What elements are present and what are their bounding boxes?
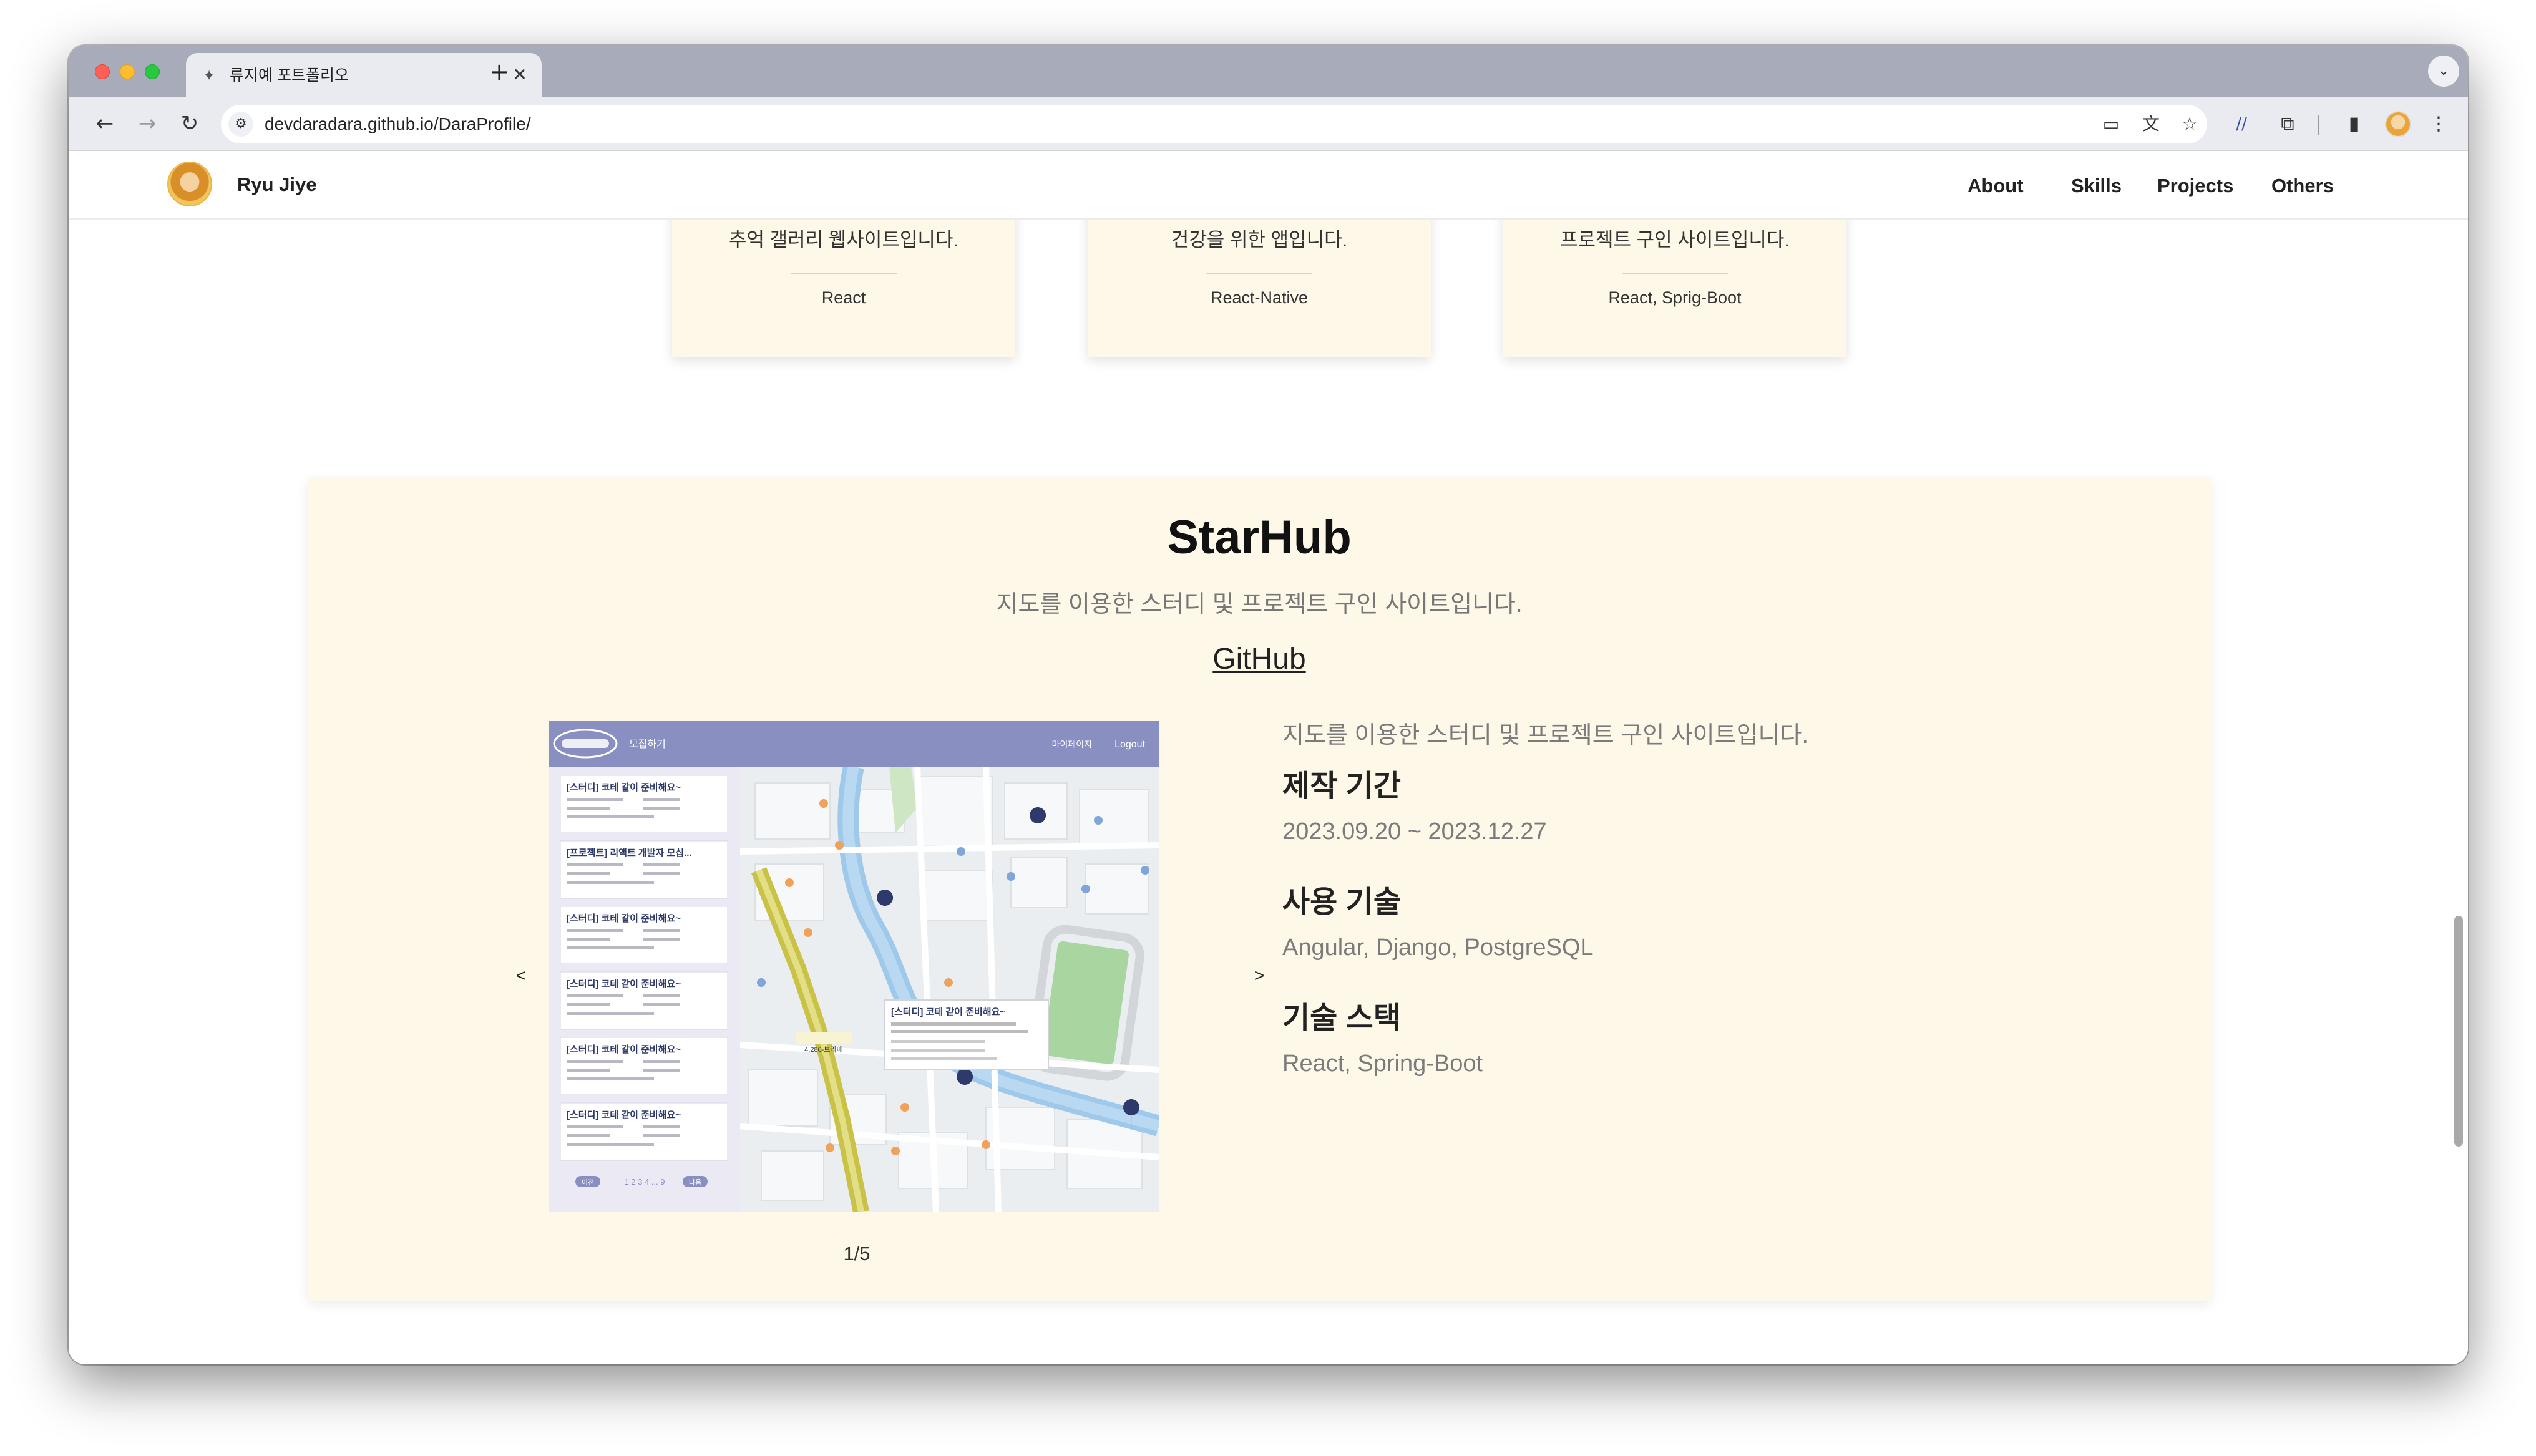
nav-skills[interactable]: Skills	[2071, 173, 2122, 198]
svg-text:4.280-보라매: 4.280-보라매	[804, 1046, 843, 1054]
list-item-title: [프로젝트] 리액트 개발자 모십...	[567, 847, 692, 858]
project-detail-panel: StarHub 지도를 이용한 스터디 및 프로젝트 구인 사이트입니다. Gi…	[308, 477, 2211, 1301]
nav-projects[interactable]: Projects	[2157, 173, 2233, 198]
tab-favicon-icon: ✦	[202, 67, 216, 84]
starhub-screenshot-image: 4.280-보라매 [스터디] 코테 같이 준비해요~ [스터디] 코테 같이 …	[549, 721, 1159, 1212]
card-tech: React-Native	[1210, 288, 1309, 307]
list-item-title: [스터디] 코테 같이 준비해요~	[567, 1044, 681, 1055]
reload-button[interactable]: ↻	[176, 110, 203, 137]
close-window-button[interactable]	[95, 64, 110, 79]
card-tech: React	[821, 288, 866, 307]
site-name[interactable]: Ryu Jiye	[237, 172, 317, 197]
tab-close-icon[interactable]: ✕	[509, 64, 530, 85]
stack-value: React, Spring-Boot	[1282, 1051, 1483, 1077]
pagination-pages: 1 2 3 4 ... 9	[624, 1177, 665, 1187]
project-subtitle: 지도를 이용한 스터디 및 프로젝트 구인 사이트입니다.	[996, 591, 1523, 618]
extension-icon[interactable]: ∕∕	[2228, 110, 2255, 138]
browser-window: ✦ 류지예 포트폴리오 ✕ + ⌄ ← → ↻ ⚙ devdaradara.gi…	[69, 46, 2468, 1364]
screenshot-nav-mypage: 마이페이지	[1052, 739, 1092, 749]
nav-about[interactable]: About	[1968, 173, 2024, 198]
url-text[interactable]: devdaradara.github.io/DaraProfile/	[265, 114, 530, 135]
project-screenshot-slide: 4.280-보라매 [스터디] 코테 같이 준비해요~ [스터디] 코테 같이 …	[549, 721, 1159, 1212]
side-panel-icon[interactable]: ▮	[2340, 110, 2368, 138]
used-tech-value: Angular, Django, PostgreSQL	[1282, 934, 1594, 961]
site-logo-avatar[interactable]	[167, 162, 212, 206]
github-link[interactable]: GitHub	[308, 641, 2211, 678]
profile-avatar[interactable]	[2385, 111, 2411, 137]
pagination-prev: 이전	[582, 1178, 594, 1187]
project-description: 지도를 이용한 스터디 및 프로젝트 구인 사이트입니다.	[1282, 722, 1809, 749]
used-tech-heading: 사용 기술	[1282, 886, 1401, 919]
slider-prev-button[interactable]: <	[512, 965, 530, 986]
card-divider	[1622, 273, 1728, 274]
nav-others[interactable]: Others	[2271, 173, 2334, 198]
browser-menu-icon[interactable]: ⋮	[2425, 110, 2452, 138]
back-button[interactable]: ←	[91, 110, 119, 137]
tab-title: 류지예 포트폴리오	[230, 67, 349, 84]
card-divider	[791, 273, 897, 274]
period-value: 2023.09.20 ~ 2023.12.27	[1282, 818, 1547, 845]
screenshot-nav-logout: Logout	[1114, 739, 1145, 750]
slide-counter: 1/5	[843, 1243, 871, 1264]
list-item-title: [스터디] 코테 같이 준비해요~	[567, 978, 681, 989]
slider-next-button[interactable]: >	[1250, 965, 1269, 986]
page-scrollbar[interactable]	[2454, 916, 2463, 1147]
site-info-icon[interactable]: ⚙	[228, 112, 253, 137]
bookmark-star-icon[interactable]: ☆	[2178, 112, 2202, 136]
address-bar[interactable]: ⚙ devdaradara.github.io/DaraProfile/ ▭ 文…	[221, 105, 2207, 143]
translate-icon[interactable]: 文	[2139, 112, 2163, 136]
site-header: Ryu Jiye About Skills Projects Others	[69, 151, 2468, 220]
stack-heading: 기술 스택	[1282, 1002, 1401, 1035]
screenshot-nav-menu: 모집하기	[629, 739, 666, 750]
period-heading: 제작 기간	[1282, 770, 1401, 803]
card-description: 건강을 위한 앱입니다.	[1171, 229, 1348, 251]
card-divider	[1206, 273, 1312, 274]
page-viewport: 추억 갤러리 웹사이트입니다. React 건강을 위한 앱입니다. React…	[69, 151, 2468, 1364]
browser-toolbar: ← → ↻ ⚙ devdaradara.github.io/DaraProfil…	[69, 97, 2468, 151]
minimize-window-button[interactable]	[120, 64, 135, 79]
tab-search-button[interactable]: ⌄	[2428, 56, 2459, 87]
project-title: StarHub	[1167, 511, 1352, 564]
card-description: 추억 갤러리 웹사이트입니다.	[728, 229, 959, 251]
new-tab-button[interactable]: +	[487, 59, 512, 84]
list-item-title: [스터디] 코테 같이 준비해요~	[567, 1109, 681, 1120]
maximize-window-button[interactable]	[145, 64, 160, 79]
card-description: 프로젝트 구인 사이트입니다.	[1559, 229, 1790, 251]
pagination-next: 다음	[689, 1178, 701, 1187]
tab-strip: ✦ 류지예 포트폴리오 ✕ + ⌄	[69, 46, 2468, 97]
card-tech: React, Sprig-Boot	[1608, 288, 1742, 307]
cast-icon[interactable]: ▭	[2099, 112, 2123, 136]
popup-title: [스터디] 코테 같이 준비해요~	[891, 1006, 1005, 1017]
forward-button[interactable]: →	[134, 110, 161, 137]
extensions-puzzle-icon[interactable]: ⧉	[2274, 110, 2301, 138]
list-item-title: [스터디] 코테 같이 준비해요~	[567, 913, 681, 924]
list-item-title: [스터디] 코테 같이 준비해요~	[567, 782, 681, 793]
toolbar-divider	[2318, 115, 2319, 135]
